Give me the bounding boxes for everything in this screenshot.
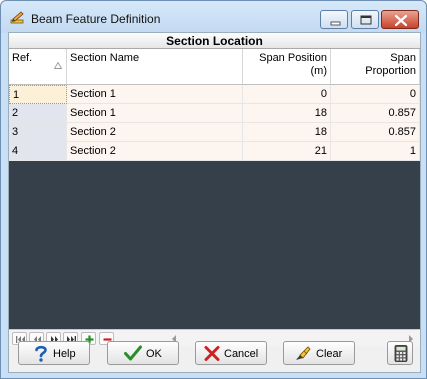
cancel-x-icon	[204, 345, 220, 365]
column-header-section-name-label: Section Name	[70, 52, 140, 64]
column-header-ref-label: Ref.	[12, 52, 33, 64]
cell-ref[interactable]: 2	[9, 104, 67, 123]
window-title: Beam Feature Definition	[31, 12, 161, 26]
calculator-button[interactable]	[387, 341, 413, 365]
cell-span-proportion[interactable]: 0.857	[331, 104, 420, 123]
beam-feature-definition-window: Beam Feature Definition Section Location…	[0, 0, 427, 379]
pencil-ruler-icon	[10, 11, 26, 25]
cell-ref[interactable]: 3	[9, 123, 67, 142]
column-header-span-proportion-line1: Span	[390, 52, 416, 64]
ok-button-label: OK	[146, 348, 162, 360]
close-button[interactable]	[381, 10, 419, 29]
column-header-ref[interactable]: Ref.	[9, 49, 67, 85]
cell-span-position[interactable]: 21	[243, 142, 331, 161]
sort-ascending-icon	[53, 60, 63, 73]
minimize-button[interactable]	[320, 10, 348, 29]
cell-span-position[interactable]: 0	[243, 85, 331, 104]
title-bar[interactable]: Beam Feature Definition	[1, 1, 426, 33]
section-location-header: Section Location	[9, 33, 420, 49]
column-header-span-proportion[interactable]: Span Proportion	[331, 49, 420, 85]
help-button[interactable]: Help	[18, 341, 90, 365]
table-row[interactable]: 1 Section 1 0 0	[9, 85, 420, 104]
column-header-span-proportion-line2: Proportion	[365, 65, 416, 77]
cell-span-proportion[interactable]: 0	[331, 85, 420, 104]
question-mark-icon	[34, 345, 48, 365]
calculator-icon	[394, 345, 408, 365]
clear-button-label: Clear	[316, 348, 343, 360]
column-header-span-position-line2: (m)	[310, 65, 328, 77]
cell-section-name[interactable]: Section 1	[67, 104, 243, 123]
dialog-content: Section Location Ref. Section Name Span …	[8, 32, 421, 373]
cell-span-position[interactable]: 18	[243, 123, 331, 142]
cell-section-name[interactable]: Section 1	[67, 85, 243, 104]
ok-button[interactable]: OK	[107, 341, 179, 365]
cell-span-proportion[interactable]: 1	[331, 142, 420, 161]
minimize-icon	[330, 21, 341, 26]
cell-section-name[interactable]: Section 2	[67, 123, 243, 142]
section-location-grid[interactable]: Ref. Section Name Span Position (m) Span…	[9, 49, 420, 346]
column-header-span-position-line1: Span Position	[259, 52, 327, 64]
cell-section-name[interactable]: Section 2	[67, 142, 243, 161]
eraser-brush-icon	[294, 345, 312, 365]
column-header-section-name[interactable]: Section Name	[67, 49, 243, 85]
help-button-label: Help	[53, 348, 76, 360]
table-row[interactable]: 3 Section 2 18 0.857	[9, 123, 420, 142]
checkmark-icon	[124, 345, 142, 365]
cancel-button[interactable]: Cancel	[195, 341, 267, 365]
table-row[interactable]: 2 Section 1 18 0.857	[9, 104, 420, 123]
maximize-button[interactable]	[351, 10, 379, 29]
cell-span-proportion[interactable]: 0.857	[331, 123, 420, 142]
cell-span-position[interactable]: 18	[243, 104, 331, 123]
cancel-button-label: Cancel	[224, 348, 259, 360]
clear-button[interactable]: Clear	[283, 341, 355, 365]
table-row[interactable]: 4 Section 2 21 1	[9, 142, 420, 161]
cell-ref[interactable]: 4	[9, 142, 67, 161]
cell-ref[interactable]: 1	[9, 85, 67, 104]
close-icon	[394, 14, 408, 27]
column-header-span-position[interactable]: Span Position (m)	[243, 49, 331, 85]
maximize-icon	[360, 15, 372, 25]
